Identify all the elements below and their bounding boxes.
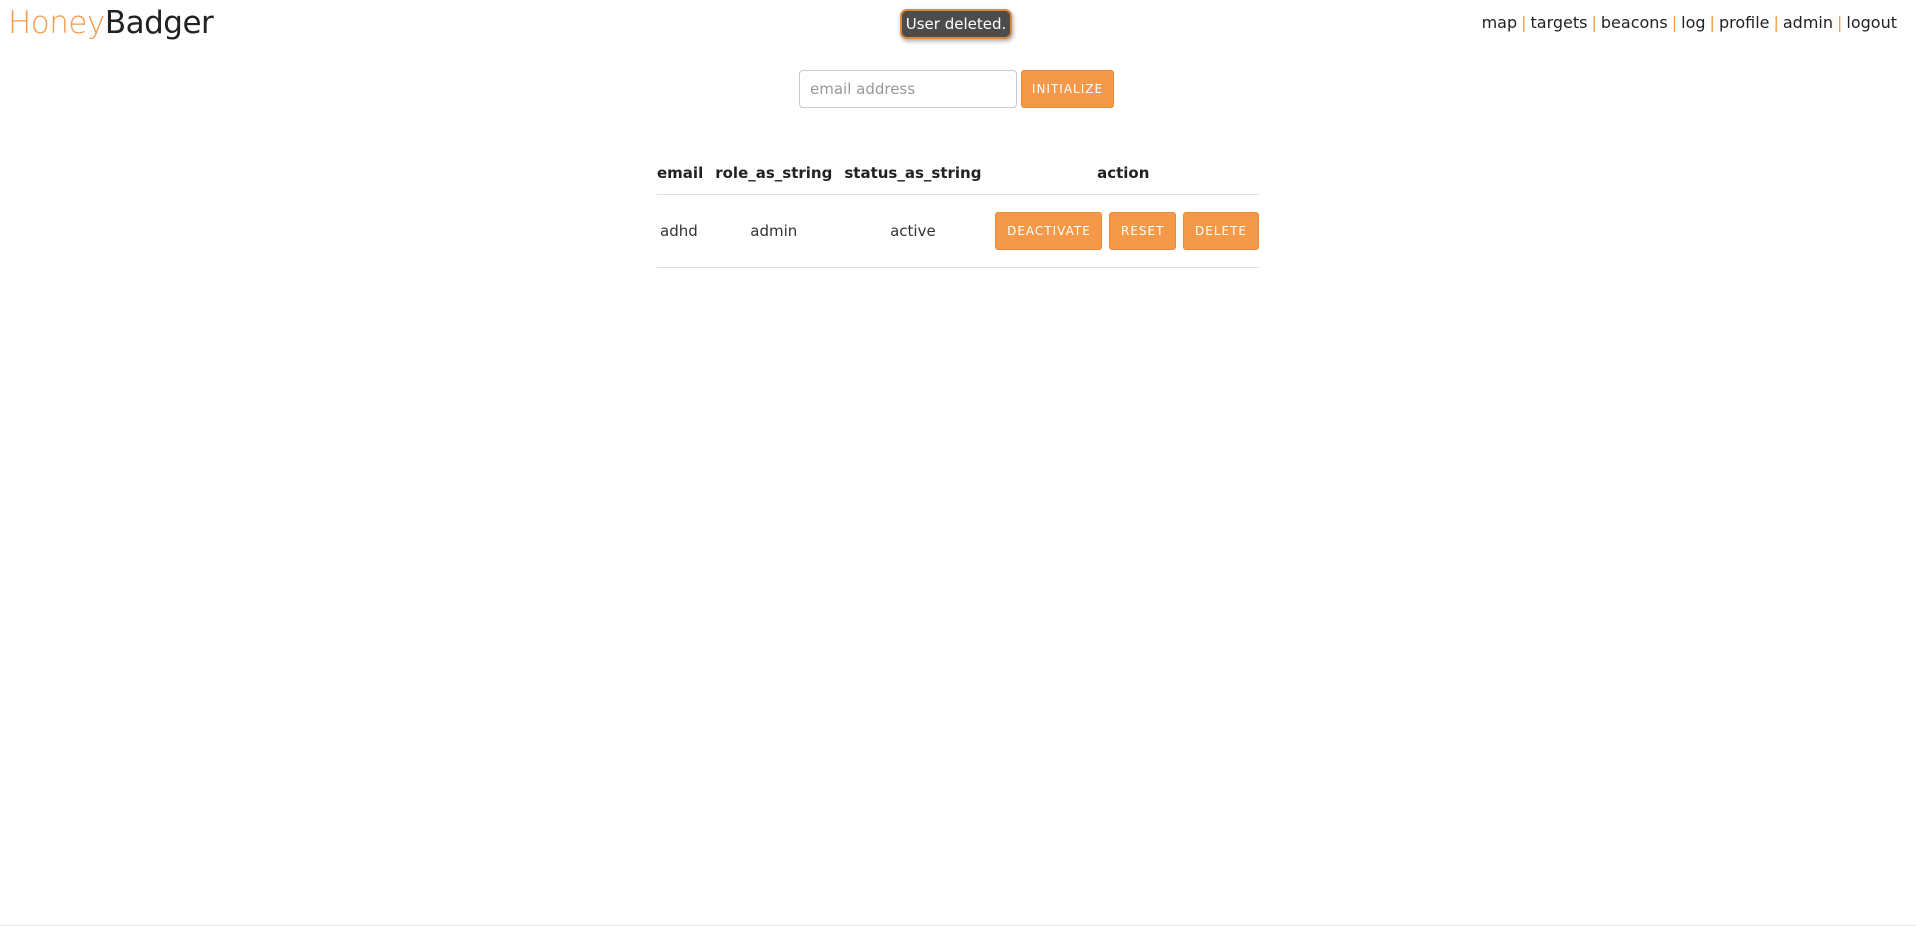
header: HoneyBadger User deleted. map | targets | be… xyxy=(0,0,1916,50)
table-row: adhd admin active DEACTIVATE RESET DELET… xyxy=(657,194,1260,268)
cell-actions: DEACTIVATE RESET DELETE xyxy=(987,194,1260,268)
nav-admin[interactable]: admin xyxy=(1783,13,1833,32)
logo-badger: Badger xyxy=(104,5,214,41)
nav-separator: | xyxy=(1837,13,1843,32)
nav-separator: | xyxy=(1591,13,1597,32)
nav-map[interactable]: map xyxy=(1482,13,1518,32)
nav-beacons[interactable]: beacons xyxy=(1601,13,1668,32)
deactivate-button[interactable]: DEACTIVATE xyxy=(995,212,1103,250)
table-header-row: email role_as_string status_as_string ac… xyxy=(657,152,1260,195)
nav-separator: | xyxy=(1671,13,1678,32)
cell-email: adhd xyxy=(657,194,710,268)
nav-profile[interactable]: profile xyxy=(1719,13,1770,32)
column-header-status: status_as_string xyxy=(838,152,988,195)
column-header-action: action xyxy=(987,152,1260,195)
nav-targets[interactable]: targets xyxy=(1531,13,1588,32)
nav-separator: | xyxy=(1773,13,1779,32)
initialize-button[interactable]: INITIALIZE xyxy=(1021,70,1114,108)
column-header-role: role_as_string xyxy=(709,152,839,195)
logo[interactable]: HoneyBadger xyxy=(8,4,214,42)
users-table: email role_as_string status_as_string ac… xyxy=(657,152,1260,268)
top-nav: map | targets | beacons | log | profile | admin | lo… xyxy=(1482,12,1897,34)
reset-button[interactable]: RESET xyxy=(1109,212,1177,250)
email-input[interactable] xyxy=(799,70,1017,108)
nav-log[interactable]: log xyxy=(1681,13,1705,32)
column-header-email: email xyxy=(657,152,710,195)
delete-button[interactable]: DELETE xyxy=(1183,212,1260,250)
logo-honey: Honey xyxy=(8,5,105,41)
cell-role: admin xyxy=(709,194,839,268)
flash-message: User deleted. xyxy=(900,9,1012,39)
nav-logout[interactable]: logout xyxy=(1846,13,1897,32)
cell-status: active xyxy=(838,194,988,268)
nav-separator: | xyxy=(1521,13,1527,32)
nav-separator: | xyxy=(1709,13,1715,32)
